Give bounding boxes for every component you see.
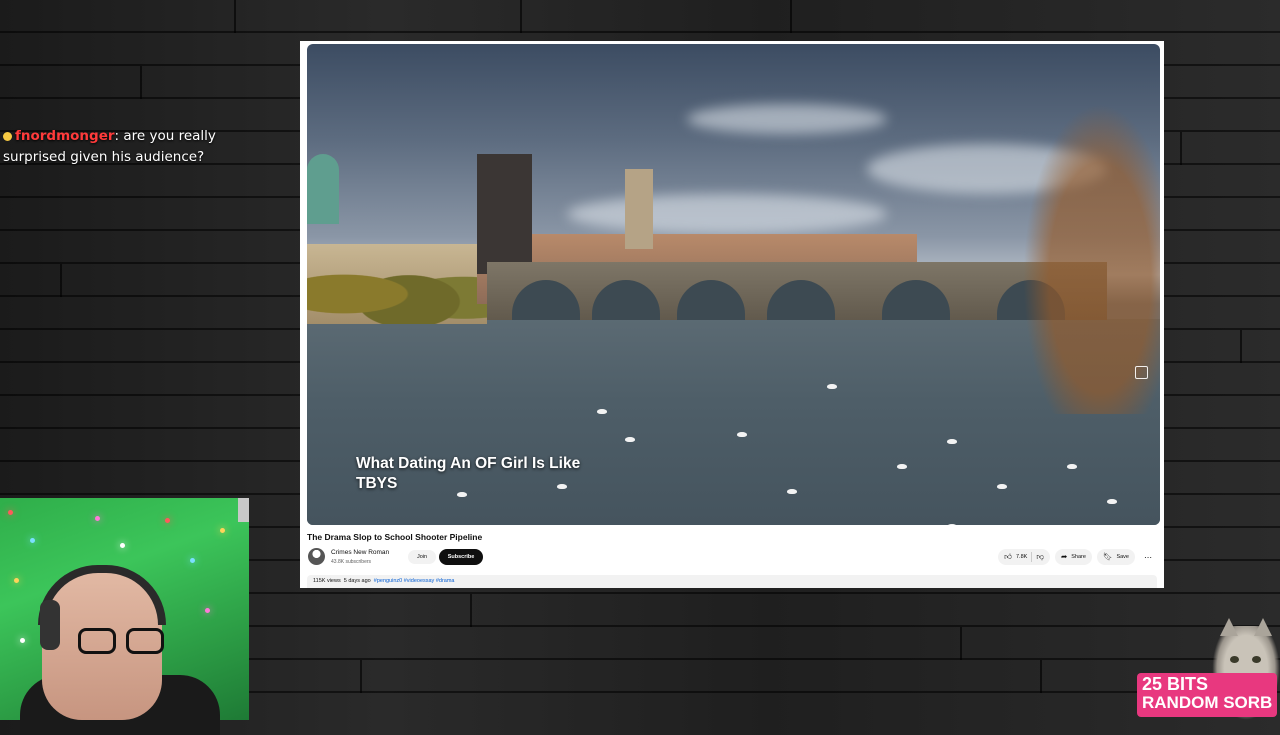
upload-age: 5 days ago <box>343 578 371 584</box>
divider <box>1031 552 1033 562</box>
video-trees <box>307 249 492 324</box>
chat-username: fnordmonger <box>15 128 115 144</box>
save-label: Save <box>1116 554 1129 560</box>
video-description-box[interactable]: 115K views 5 days ago #penguinz0 #videoe… <box>307 575 1157 588</box>
swan <box>1067 464 1077 469</box>
string-light <box>14 578 19 583</box>
bridge-arch <box>882 280 950 320</box>
plank-seam <box>790 0 792 33</box>
string-light <box>30 538 35 543</box>
bits-sender: RANDOM SORB <box>1142 693 1273 712</box>
string-light <box>95 516 100 521</box>
bridge-arch <box>592 280 660 320</box>
string-light <box>190 558 195 563</box>
like-count[interactable]: 7.8K <box>1016 554 1027 560</box>
bits-amount: 25 BITS <box>1142 674 1209 694</box>
share-icon: ➦ <box>1060 552 1068 562</box>
plank-seam <box>960 627 962 660</box>
swan <box>827 384 837 389</box>
video-title: The Drama Slop to School Shooter Pipelin… <box>307 532 483 542</box>
swan <box>947 439 957 444</box>
bookmark-icon: 🔖︎ <box>1102 552 1113 562</box>
swan <box>625 437 635 442</box>
cloud <box>567 194 887 234</box>
more-options-icon[interactable]: ⋯ <box>1140 549 1156 565</box>
channel-name[interactable]: Crimes New Roman <box>331 549 389 556</box>
cat-ear <box>1254 618 1272 636</box>
miniplayer-icon[interactable] <box>1135 366 1148 379</box>
swan <box>1107 499 1117 504</box>
video-dome <box>307 154 339 224</box>
plank-seam <box>1040 660 1042 693</box>
share-label: Share <box>1071 554 1086 560</box>
plank-seam <box>234 0 236 33</box>
glasses-lens <box>78 628 116 654</box>
swan <box>787 489 797 494</box>
channel-subscriber-count: 43.8K subscribers <box>331 559 372 565</box>
subscribe-button[interactable]: Subscribe <box>439 549 483 565</box>
plank-seam <box>470 594 472 627</box>
hashtags[interactable]: #penguinz0 #videoessay #drama <box>374 578 455 584</box>
webcam-edge <box>238 498 249 522</box>
video-church-tower <box>625 169 653 249</box>
chat-message: fnordmonger: are you really surprised gi… <box>3 126 243 168</box>
browser-capture: What Dating An OF Girl Is Like TBYS The … <box>300 41 1164 588</box>
video-caption-line1: What Dating An OF Girl Is Like <box>356 455 581 472</box>
plank-seam <box>1180 132 1182 165</box>
swan <box>997 484 1007 489</box>
headphone-earcup <box>40 600 60 650</box>
cat-eye <box>1252 656 1261 663</box>
plank-seam <box>360 660 362 693</box>
plank-seam <box>1240 330 1242 363</box>
save-button[interactable]: 🔖︎ Save <box>1096 549 1135 565</box>
video-caption-line2: TBYS <box>356 475 398 492</box>
thumbs-up-icon[interactable]: 👍︎ <box>1004 553 1012 561</box>
cloud <box>687 104 887 134</box>
string-light <box>220 528 225 533</box>
video-player[interactable]: What Dating An OF Girl Is Like TBYS <box>307 44 1160 525</box>
video-caption: What Dating An OF Girl Is Like TBYS <box>356 454 580 494</box>
join-button[interactable]: Join <box>408 550 436 564</box>
string-light <box>8 510 13 515</box>
view-count: 115K views <box>313 578 341 584</box>
video-bridge-tower <box>477 154 532 274</box>
channel-avatar[interactable] <box>308 548 325 565</box>
swan <box>597 409 607 414</box>
like-dislike-group: 👍︎ 7.8K 👎︎ <box>998 549 1050 565</box>
glasses <box>78 628 173 656</box>
thumbs-down-icon[interactable]: 👎︎ <box>1036 553 1044 561</box>
swan <box>947 524 957 525</box>
bridge-arch <box>677 280 745 320</box>
chat-badge-icon <box>3 131 12 141</box>
string-light <box>205 608 210 613</box>
plank-seam <box>140 66 142 99</box>
share-button[interactable]: ➦ Share <box>1054 549 1092 565</box>
cat-ear <box>1220 618 1238 636</box>
video-actions: 👍︎ 7.8K 👎︎ ➦ Share 🔖︎ Save ⋯ <box>998 549 1156 565</box>
glasses-lens <box>126 628 164 654</box>
bridge-arch <box>767 280 835 320</box>
plank-seam <box>60 264 62 297</box>
cat-eye <box>1230 656 1239 663</box>
plank-seam <box>520 0 522 33</box>
bridge-arch <box>512 280 580 320</box>
string-light <box>120 543 125 548</box>
video-autumn-tree <box>1010 74 1160 414</box>
swan <box>737 432 747 437</box>
string-light <box>20 638 25 643</box>
swan <box>897 464 907 469</box>
string-light <box>165 518 170 523</box>
